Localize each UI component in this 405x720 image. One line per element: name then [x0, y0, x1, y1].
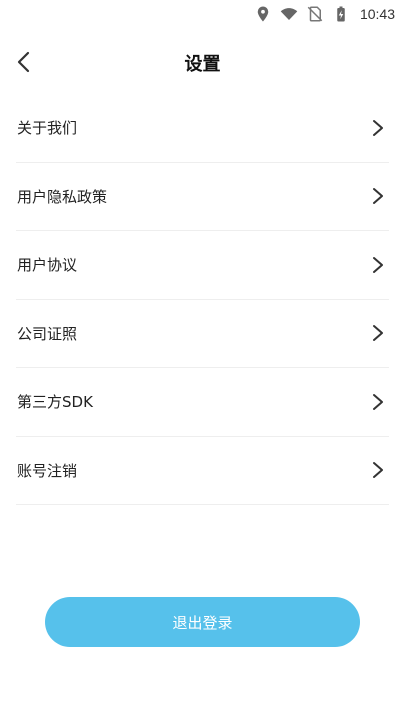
chevron-right-icon [373, 462, 383, 479]
menu-item-label: 用户协议 [17, 256, 78, 275]
page-title: 设置 [184, 54, 221, 75]
menu-item-account-deletion[interactable]: 账号注销 [16, 437, 389, 505]
menu-item-about-us[interactable]: 关于我们 [16, 94, 389, 163]
menu-item-user-agreement[interactable]: 用户协议 [16, 231, 389, 300]
chevron-right-icon [373, 256, 383, 273]
navigation-bar: 设置 [0, 40, 405, 84]
chevron-right-icon [373, 325, 383, 342]
menu-item-label: 公司证照 [17, 324, 78, 343]
chevron-right-icon [373, 119, 383, 136]
menu-item-third-party-sdk[interactable]: 第三方SDK [16, 368, 389, 437]
menu-item-label: 用户隐私政策 [17, 187, 108, 206]
menu-item-company-license[interactable]: 公司证照 [16, 300, 389, 368]
wifi-icon [280, 8, 298, 20]
status-time: 10:43 [359, 6, 395, 22]
menu-item-label: 账号注销 [17, 461, 78, 480]
battery-charging-icon [337, 6, 345, 22]
logout-button[interactable]: 退出登录 [45, 597, 360, 647]
settings-list: 关于我们 用户隐私政策 用户协议 公司证照 第三方SDK 账号注销 [16, 94, 389, 505]
no-sim-icon [307, 6, 323, 22]
menu-item-label: 第三方SDK [17, 393, 93, 412]
location-icon [257, 6, 269, 22]
status-bar: 10:43 [0, 0, 405, 28]
chevron-right-icon [373, 393, 383, 410]
menu-item-label: 关于我们 [17, 119, 78, 138]
chevron-right-icon [373, 188, 383, 205]
menu-item-privacy-policy[interactable]: 用户隐私政策 [16, 163, 389, 231]
